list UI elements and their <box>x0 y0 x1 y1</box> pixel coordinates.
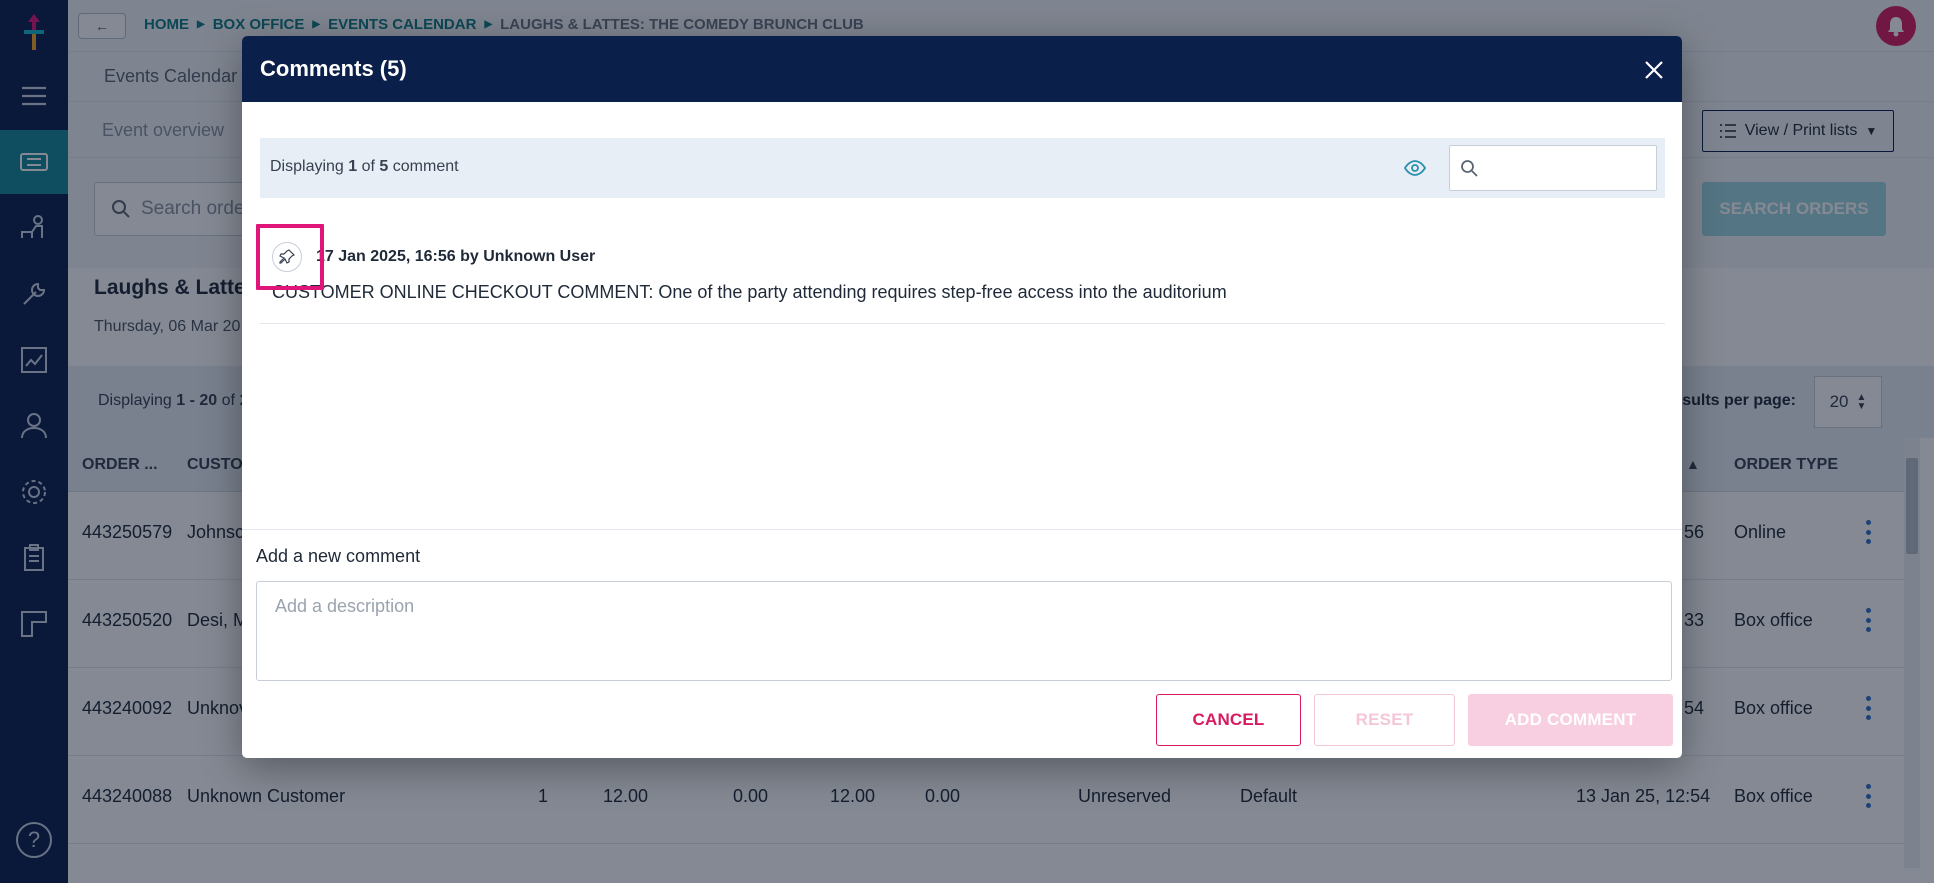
new-comment-textarea[interactable] <box>256 581 1672 681</box>
comment-search-input[interactable] <box>1486 154 1646 182</box>
eye-icon[interactable] <box>1404 158 1426 178</box>
comment-search-field[interactable] <box>1449 145 1657 191</box>
pin-icon <box>279 249 295 264</box>
modal-header: Comments (5) <box>242 36 1682 102</box>
new-comment-label: Add a new comment <box>256 546 421 566</box>
add-comment-button[interactable]: ADD COMMENT <box>1468 694 1673 746</box>
comments-display-count: Displaying 1 of 5 comment <box>270 158 459 175</box>
modal-title: Comments (5) <box>260 56 407 81</box>
comments-modal: Comments (5) Displaying 1 of 5 comment 1… <box>242 36 1682 758</box>
pin-comment-button[interactable] <box>272 242 302 272</box>
comment-text: CUSTOMER ONLINE CHECKOUT COMMENT: One of… <box>272 282 1227 302</box>
cancel-button[interactable]: CANCEL <box>1156 694 1301 746</box>
close-icon[interactable] <box>1642 58 1666 82</box>
reset-button[interactable]: RESET <box>1314 694 1455 746</box>
comments-filter-bar: Displaying 1 of 5 comment <box>260 138 1665 198</box>
comment-meta: 17 Jan 2025, 16:56 by Unknown User <box>316 248 596 265</box>
comment-item: 17 Jan 2025, 16:56 by Unknown User CUSTO… <box>260 226 1665 324</box>
search-icon <box>1461 160 1478 177</box>
divider <box>242 529 1682 530</box>
